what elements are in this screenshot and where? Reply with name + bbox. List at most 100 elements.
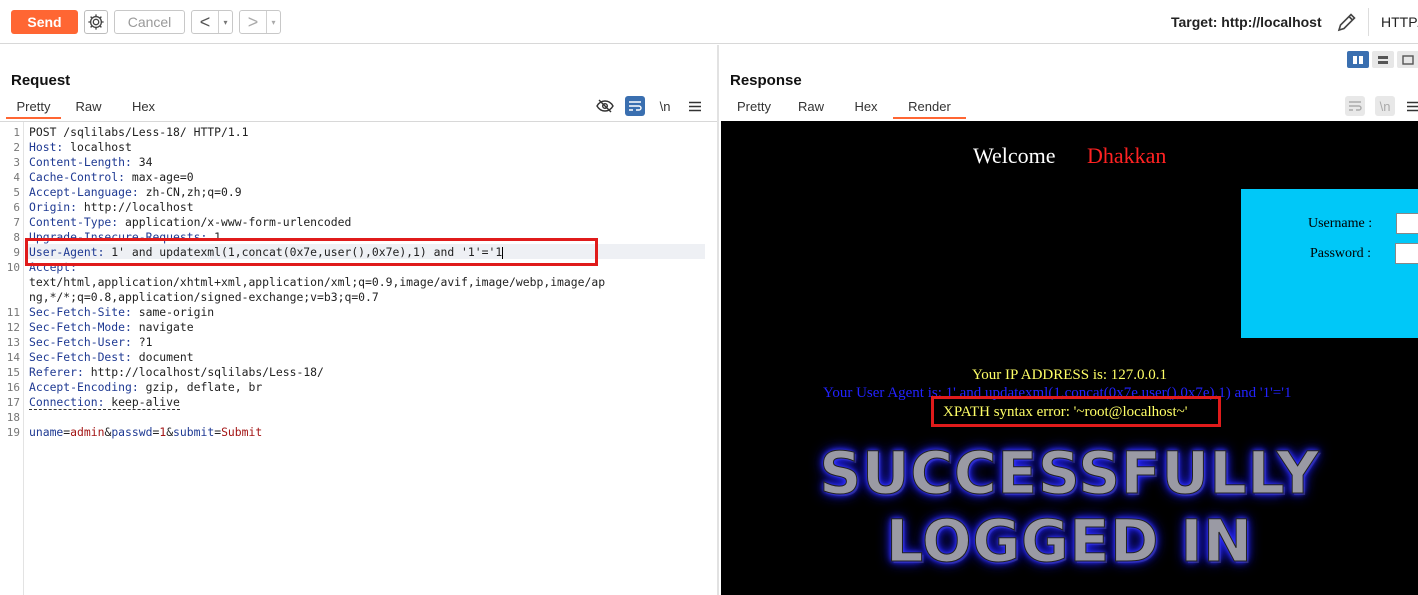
wrap-lines-button[interactable] [625,96,645,116]
param-name: passwd [111,425,153,439]
send-button[interactable]: Send [11,10,78,34]
line-number: 19 [6,426,20,439]
header-name: Accept-Encoding: [29,380,139,394]
newline-toggle-button[interactable]: \n [655,96,675,116]
tab-pretty[interactable]: Pretty [725,97,783,119]
layout-side-by-side-button[interactable] [1347,51,1369,68]
line-number: 5 [13,186,20,199]
header-line: Accept-Encoding: gzip, deflate, br [29,380,262,394]
header-name: Host: [29,140,64,154]
request-title: Request [11,72,71,89]
forward-button[interactable]: > [240,11,266,33]
line-number: 11 [6,306,20,319]
password-input[interactable] [1395,243,1418,264]
body-line: uname=admin&passwd=1&submit=Submit [29,425,262,439]
response-menu-button[interactable] [1403,96,1418,116]
tab-raw[interactable]: Raw [783,97,839,119]
cancel-button[interactable]: Cancel [114,10,185,34]
request-tabs: Pretty Raw Hex [6,97,171,119]
header-name: Cache-Control: [29,170,126,184]
hamburger-icon [1407,101,1418,111]
header-name: Connection: [29,395,105,409]
gear-icon [88,14,104,30]
request-line: POST /sqlilabs/Less-18/ HTTP/1.1 [29,125,249,139]
header-value: localhost [63,140,132,154]
request-editor[interactable]: 1 2 3 4 5 6 7 8 9 10 11 12 13 14 15 16 1… [0,121,717,595]
burp-repeater-window: Send Cancel < ▾ > ▾ Target: http://local… [0,0,1418,595]
header-value: document [131,350,194,364]
username-input[interactable] [1396,213,1418,234]
header-line: Content-Type: application/x-www-form-url… [29,215,351,229]
header-value-wrapped: ng,*/*;q=0.8,application/signed-exchange… [29,290,379,304]
header-value: keep-alive [104,395,180,409]
header-line: Connection: keep-alive [29,395,180,410]
welcome-text: Welcome [973,143,1056,168]
pencil-icon [1337,13,1356,32]
hide-nonprintable-button[interactable] [595,96,615,116]
header-line: Referer: http://localhost/sqlilabs/Less-… [29,365,324,379]
line-number: 6 [13,201,20,214]
forward-nav-group: > ▾ [239,10,281,34]
header-line: Accept-Language: zh-CN,zh;q=0.9 [29,185,242,199]
header-value: zh-CN,zh;q=0.9 [138,185,242,199]
header-name: Content-Length: [29,155,132,169]
request-panel: Request Pretty Raw Hex \n 1 2 3 4 5 6 7 … [0,45,718,595]
tab-hex[interactable]: Hex [116,97,171,119]
tab-pretty[interactable]: Pretty [6,97,61,119]
header-value: max-age=0 [125,170,194,184]
rows-icon [1378,55,1388,64]
line-number: 9 [13,246,20,259]
line-number: 15 [6,366,20,379]
success-banner-line2: LOGGED IN [886,507,1253,576]
columns-icon [1353,55,1363,64]
back-history-dropdown[interactable]: ▾ [218,11,232,33]
header-value: gzip, deflate, br [138,380,263,394]
request-menu-button[interactable] [685,96,705,116]
header-line: Sec-Fetch-User: ?1 [29,335,152,349]
line-number: 4 [13,171,20,184]
edit-target-button[interactable] [1335,10,1359,34]
header-name: Sec-Fetch-Dest: [29,350,132,364]
target-label: Target: http://localhost [1171,14,1322,30]
header-name: Content-Type: [29,215,119,229]
rendered-response: Welcome Dhakkan Username : Password : Yo… [721,121,1418,595]
header-name: Referer: [29,365,84,379]
ip-address-text: Your IP ADDRESS is: 127.0.0.1 [971,367,1168,383]
param-name: submit [173,425,215,439]
newline-toggle-button[interactable]: \n [1375,96,1395,116]
settings-button[interactable] [84,10,108,34]
line-number: 2 [13,141,20,154]
tabs-icon [1402,54,1414,65]
wrap-lines-button[interactable] [1345,96,1365,116]
header-line: Origin: http://localhost [29,200,194,214]
line-number: 8 [13,231,20,244]
header-value: 34 [131,155,153,169]
success-banner-line1: SUCCESSFULLY [819,439,1320,508]
header-line: Content-Length: 34 [29,155,152,169]
header-line: Sec-Fetch-Dest: document [29,350,194,364]
repeater-toolbar: Send Cancel < ▾ > ▾ Target: http://local… [0,0,1418,44]
layout-tabs-button[interactable] [1397,51,1418,68]
username-display: Dhakkan [1087,143,1167,168]
http-version-label[interactable]: HTTP/ [1381,14,1418,30]
tab-raw[interactable]: Raw [61,97,116,119]
param-value: admin [70,425,105,439]
header-name: Sec-Fetch-Site: [29,305,132,319]
line-number: 14 [6,351,20,364]
xpath-error-highlight-box [931,396,1221,427]
line-number-gutter: 1 2 3 4 5 6 7 8 9 10 11 12 13 14 15 16 1… [0,122,24,595]
back-button[interactable]: < [192,11,218,33]
response-title: Response [730,72,802,89]
layout-toggle [1347,51,1418,68]
line-number: 13 [6,336,20,349]
login-form: Username : Password : [1241,189,1418,338]
header-value-wrapped: text/html,application/xhtml+xml,applicat… [29,275,606,289]
layout-stacked-button[interactable] [1372,51,1394,68]
header-name: Sec-Fetch-User: [29,335,132,349]
response-panel: Response Pretty Raw Hex Render \n Welcom… [719,45,1418,595]
tab-render[interactable]: Render [893,97,966,119]
header-line: Sec-Fetch-Mode: navigate [29,320,194,334]
forward-history-dropdown[interactable]: ▾ [266,11,280,33]
tab-hex[interactable]: Hex [839,97,893,119]
line-number: 7 [13,216,20,229]
